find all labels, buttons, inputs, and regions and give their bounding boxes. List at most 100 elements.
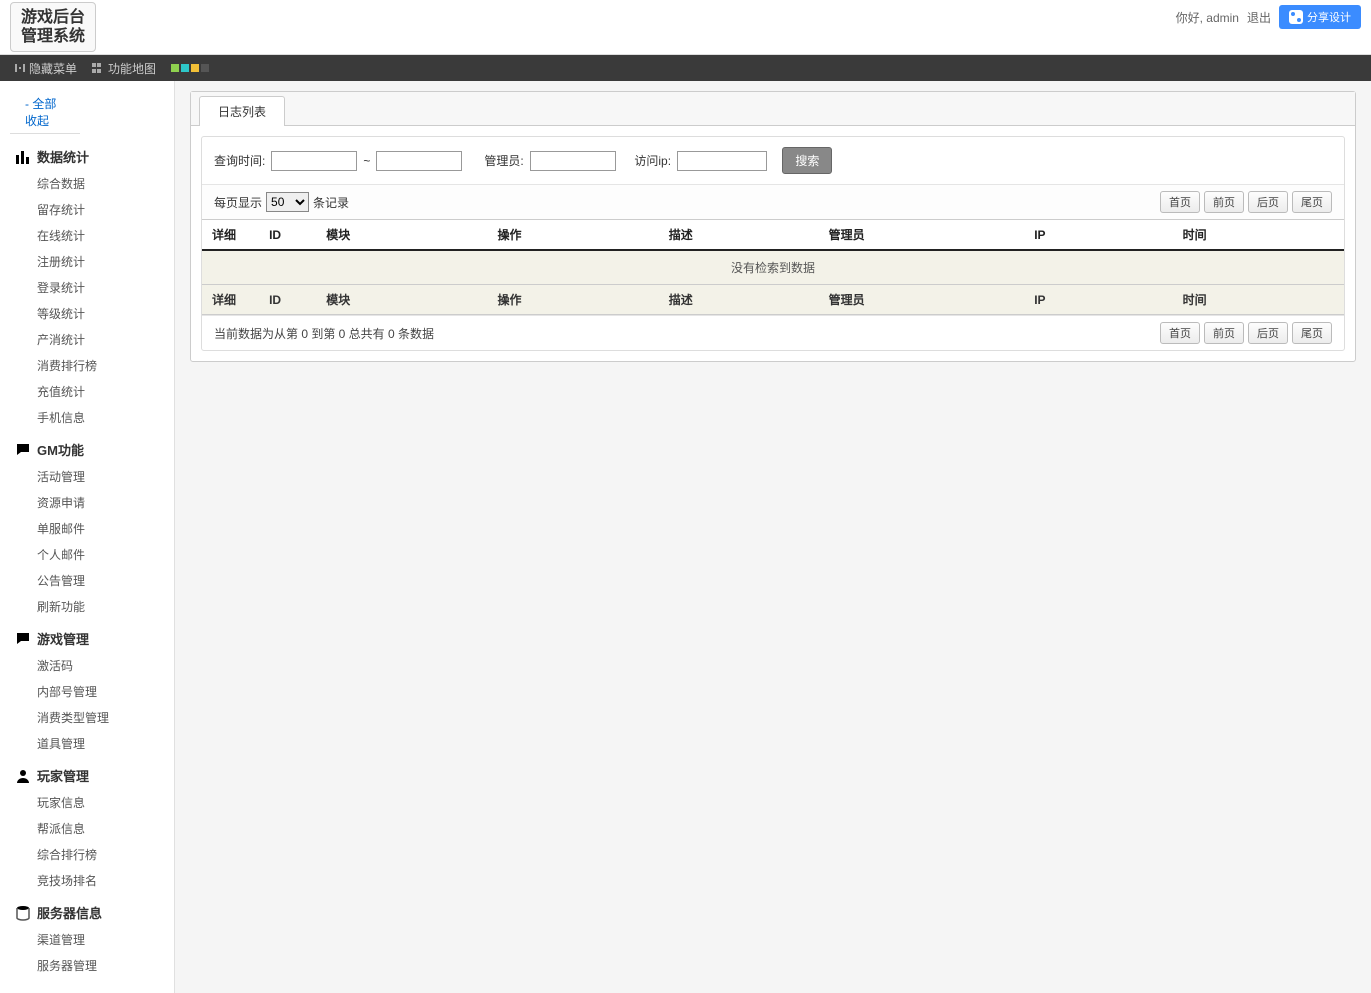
- nav-item-0-9[interactable]: 手机信息: [0, 405, 174, 431]
- pager-prev[interactable]: 前页: [1204, 191, 1244, 213]
- nav-item-2-3[interactable]: 道具管理: [0, 731, 174, 757]
- nav-item-3-0[interactable]: 玩家信息: [0, 790, 174, 816]
- func-map-button[interactable]: 功能地图: [92, 60, 156, 77]
- nav-item-0-6[interactable]: 产消统计: [0, 327, 174, 353]
- app-header: 游戏后台 管理系统 你好, admin 退出 分享设计: [0, 0, 1371, 55]
- grid-icon: [92, 63, 104, 73]
- swatch-teal[interactable]: [181, 64, 189, 72]
- col-7: 时间: [1173, 285, 1344, 315]
- nav-item-4-0[interactable]: 渠道管理: [0, 927, 174, 953]
- nav-header-2[interactable]: 游戏管理: [0, 624, 174, 653]
- footer-info: 当前数据为从第 0 到第 0 总共有 0 条数据: [214, 325, 434, 342]
- tab-log-list[interactable]: 日志列表: [199, 96, 285, 126]
- page-size-select[interactable]: 102550100: [266, 192, 309, 212]
- nav-item-1-4[interactable]: 公告管理: [0, 568, 174, 594]
- nav-header-3[interactable]: 玩家管理: [0, 761, 174, 790]
- nav-item-1-3[interactable]: 个人邮件: [0, 542, 174, 568]
- sidebar: - 全部收起 数据统计综合数据留存统计在线统计注册统计登录统计等级统计产消统计消…: [0, 81, 175, 993]
- nav-item-1-1[interactable]: 资源申请: [0, 490, 174, 516]
- col-0: 详细: [202, 285, 259, 315]
- pager-last-b[interactable]: 尾页: [1292, 322, 1332, 344]
- col-1: ID: [259, 220, 316, 250]
- nav-item-0-1[interactable]: 留存统计: [0, 197, 174, 223]
- page-size-prefix: 每页显示: [214, 194, 262, 211]
- nav-item-2-1[interactable]: 内部号管理: [0, 679, 174, 705]
- header-right: 你好, admin 退出 分享设计: [1176, 5, 1361, 29]
- nav-item-0-3[interactable]: 注册统计: [0, 249, 174, 275]
- time-to-input[interactable]: [376, 151, 462, 171]
- ip-input[interactable]: [677, 151, 767, 171]
- collapse-all-link[interactable]: - 全部收起: [10, 91, 80, 134]
- nav-header-label: 服务器信息: [37, 903, 102, 922]
- ip-label: 访问ip:: [634, 152, 671, 169]
- nav-item-0-5[interactable]: 等级统计: [0, 301, 174, 327]
- col-5: 管理员: [819, 220, 1025, 250]
- log-panel: 日志列表 查询时间: ~ 管理员: 访问ip:: [190, 91, 1356, 362]
- pager-top: 首页 前页 后页 尾页: [1160, 191, 1332, 213]
- swatch-dark[interactable]: [201, 64, 209, 72]
- nav-header-label: 玩家管理: [37, 766, 89, 785]
- nav-item-1-0[interactable]: 活动管理: [0, 464, 174, 490]
- col-2: 模块: [316, 285, 487, 315]
- pager-first-b[interactable]: 首页: [1160, 322, 1200, 344]
- time-tilde: ~: [363, 154, 370, 168]
- nav-item-4-1[interactable]: 服务器管理: [0, 953, 174, 979]
- admin-label: 管理员:: [484, 152, 523, 169]
- col-3: 操作: [487, 220, 658, 250]
- user-icon: [15, 768, 31, 784]
- chat-icon: [15, 442, 31, 458]
- swatch-green[interactable]: [171, 64, 179, 72]
- app-title-line2: 管理系统: [21, 27, 85, 46]
- nav-item-0-8[interactable]: 充值统计: [0, 379, 174, 405]
- nav-item-1-5[interactable]: 刷新功能: [0, 594, 174, 620]
- nav-item-0-0[interactable]: 综合数据: [0, 171, 174, 197]
- bars-icon: [15, 149, 31, 165]
- col-4: 描述: [659, 220, 819, 250]
- col-6: IP: [1024, 220, 1172, 250]
- hide-menu-label: 隐藏菜单: [29, 60, 77, 77]
- col-0: 详细: [202, 220, 259, 250]
- nav-item-3-1[interactable]: 帮派信息: [0, 816, 174, 842]
- main-content: 日志列表 查询时间: ~ 管理员: 访问ip:: [175, 81, 1371, 993]
- nav-item-1-2[interactable]: 单服邮件: [0, 516, 174, 542]
- nav-header-4[interactable]: 服务器信息: [0, 898, 174, 927]
- nav-item-2-0[interactable]: 激活码: [0, 653, 174, 679]
- col-6: IP: [1024, 285, 1172, 315]
- col-4: 描述: [659, 285, 819, 315]
- hide-menu-button[interactable]: 隐藏菜单: [15, 60, 77, 77]
- nav-item-0-7[interactable]: 消费排行榜: [0, 353, 174, 379]
- page-size-bar: 每页显示 102550100 条记录 首页 前页 后页 尾页: [202, 185, 1344, 220]
- table-footer: 当前数据为从第 0 到第 0 总共有 0 条数据 首页 前页 后页 尾页: [202, 315, 1344, 350]
- pager-next-b[interactable]: 后页: [1248, 322, 1288, 344]
- nav-header-0[interactable]: 数据统计: [0, 142, 174, 171]
- admin-input[interactable]: [530, 151, 616, 171]
- menu-icon: [15, 64, 25, 72]
- pager-last[interactable]: 尾页: [1292, 191, 1332, 213]
- nav-item-3-2[interactable]: 综合排行榜: [0, 842, 174, 868]
- nav-header-1[interactable]: GM功能: [0, 435, 174, 464]
- logout-link[interactable]: 退出: [1247, 9, 1271, 26]
- nav-item-2-2[interactable]: 消费类型管理: [0, 705, 174, 731]
- pager-prev-b[interactable]: 前页: [1204, 322, 1244, 344]
- db-icon: [15, 905, 31, 921]
- nav-item-0-2[interactable]: 在线统计: [0, 223, 174, 249]
- swatch-yellow[interactable]: [191, 64, 199, 72]
- share-icon: [1289, 10, 1303, 24]
- share-label: 分享设计: [1307, 9, 1351, 25]
- pager-next[interactable]: 后页: [1248, 191, 1288, 213]
- nav-item-3-3[interactable]: 竞技场排名: [0, 868, 174, 894]
- log-table: 详细ID模块操作描述管理员IP时间 没有检索到数据 详细ID模块操作描述管理员I…: [202, 220, 1344, 315]
- empty-message: 没有检索到数据: [202, 250, 1344, 285]
- col-2: 模块: [316, 220, 487, 250]
- col-5: 管理员: [819, 285, 1025, 315]
- search-bar: 查询时间: ~ 管理员: 访问ip: 搜索: [202, 137, 1344, 185]
- time-from-input[interactable]: [271, 151, 357, 171]
- theme-swatches: [171, 64, 209, 72]
- func-map-label: 功能地图: [108, 60, 156, 77]
- col-1: ID: [259, 285, 316, 315]
- share-button[interactable]: 分享设计: [1279, 5, 1361, 29]
- search-button[interactable]: 搜索: [782, 147, 832, 174]
- nav-item-0-4[interactable]: 登录统计: [0, 275, 174, 301]
- pager-first[interactable]: 首页: [1160, 191, 1200, 213]
- toolbar: 隐藏菜单 功能地图: [0, 55, 1371, 81]
